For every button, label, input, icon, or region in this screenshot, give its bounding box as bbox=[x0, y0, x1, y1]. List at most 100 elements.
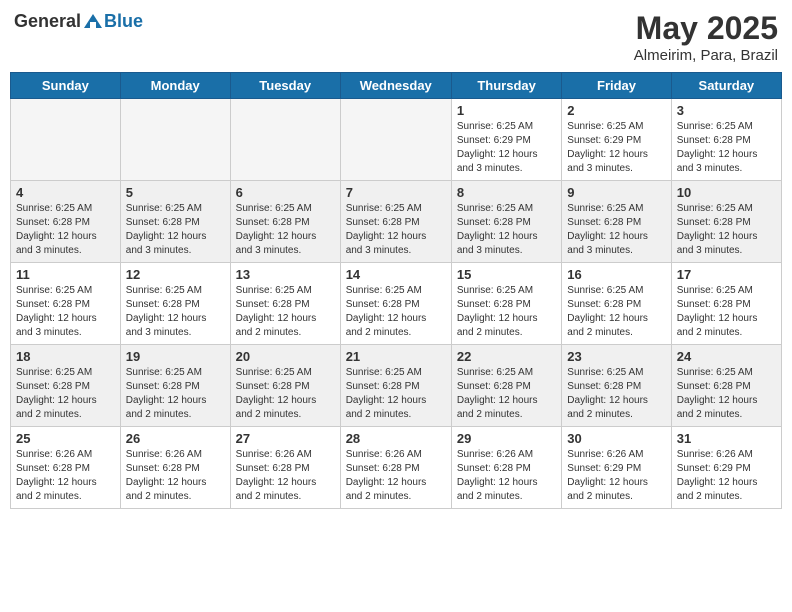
col-friday: Friday bbox=[562, 73, 671, 99]
table-row: 23 Sunrise: 6:25 AM Sunset: 6:28 PM Dayli… bbox=[562, 345, 671, 427]
col-thursday: Thursday bbox=[451, 73, 561, 99]
day-number: 5 bbox=[126, 185, 225, 200]
day-info: Sunrise: 6:25 AM Sunset: 6:28 PM Dayligh… bbox=[677, 202, 776, 258]
table-row: 31Sunrise: 6:26 AM Sunset: 6:29 PM Dayli… bbox=[671, 427, 781, 509]
table-row: 21 Sunrise: 6:25 AM Sunset: 6:28 PM Dayli… bbox=[340, 345, 451, 427]
day-number: 18 bbox=[16, 349, 115, 364]
table-row: 14 Sunrise: 6:25 AM Sunset: 6:28 PM Dayli… bbox=[340, 263, 451, 345]
table-row: 28 Sunrise: 6:26 AM Sunset: 6:28 PM Dayli… bbox=[340, 427, 451, 509]
month-title: May 2025 bbox=[634, 10, 778, 47]
table-row: 27 Sunrise: 6:26 AM Sunset: 6:28 PM Dayli… bbox=[230, 427, 340, 509]
col-tuesday: Tuesday bbox=[230, 73, 340, 99]
day-info: Sunrise: 6:25 AM Sunset: 6:28 PM Dayligh… bbox=[236, 366, 335, 422]
day-number: 14 bbox=[346, 267, 446, 282]
day-info: Sunrise: 6:25 AM Sunset: 6:28 PM Dayligh… bbox=[236, 202, 335, 258]
day-info: Sunrise: 6:26 AM Sunset: 6:28 PM Dayligh… bbox=[346, 448, 446, 504]
table-row: 6 Sunrise: 6:25 AM Sunset: 6:28 PM Daylig… bbox=[230, 181, 340, 263]
table-row: 7 Sunrise: 6:25 AM Sunset: 6:28 PM Daylig… bbox=[340, 181, 451, 263]
table-row: 17 Sunrise: 6:25 AM Sunset: 6:28 PM Dayli… bbox=[671, 263, 781, 345]
day-number: 27 bbox=[236, 431, 335, 446]
day-number: 16 bbox=[567, 267, 665, 282]
calendar-table: Sunday Monday Tuesday Wednesday Thursday… bbox=[10, 72, 782, 509]
day-info: Sunrise: 6:25 AM Sunset: 6:28 PM Dayligh… bbox=[677, 366, 776, 422]
day-info: Sunrise: 6:25 AM Sunset: 6:28 PM Dayligh… bbox=[346, 202, 446, 258]
day-info: Sunrise: 6:26 AM Sunset: 6:28 PM Dayligh… bbox=[16, 448, 115, 504]
day-number: 29 bbox=[457, 431, 556, 446]
day-number: 17 bbox=[677, 267, 776, 282]
table-row: 11Sunrise: 6:25 AM Sunset: 6:28 PM Dayli… bbox=[11, 263, 121, 345]
table-row: 15Sunrise: 6:25 AM Sunset: 6:28 PM Dayli… bbox=[451, 263, 561, 345]
day-number: 13 bbox=[236, 267, 335, 282]
table-row: 12Sunrise: 6:25 AM Sunset: 6:28 PM Dayli… bbox=[120, 263, 230, 345]
day-info: Sunrise: 6:25 AM Sunset: 6:28 PM Dayligh… bbox=[677, 284, 776, 340]
day-info: Sunrise: 6:26 AM Sunset: 6:28 PM Dayligh… bbox=[457, 448, 556, 504]
day-info: Sunrise: 6:25 AM Sunset: 6:29 PM Dayligh… bbox=[567, 120, 665, 176]
day-number: 19 bbox=[126, 349, 225, 364]
day-number: 6 bbox=[236, 185, 335, 200]
day-info: Sunrise: 6:26 AM Sunset: 6:29 PM Dayligh… bbox=[567, 448, 665, 504]
table-row: 24 Sunrise: 6:25 AM Sunset: 6:28 PM Dayli… bbox=[671, 345, 781, 427]
page-header: General Blue May 2025 Almeirim, Para, Br… bbox=[10, 10, 782, 64]
day-number: 1 bbox=[457, 103, 556, 118]
table-row: 26Sunrise: 6:26 AM Sunset: 6:28 PM Dayli… bbox=[120, 427, 230, 509]
logo-icon bbox=[82, 10, 104, 32]
calendar-week-row: 1 Sunrise: 6:25 AM Sunset: 6:29 PM Daylig… bbox=[11, 99, 782, 181]
col-wednesday: Wednesday bbox=[340, 73, 451, 99]
day-number: 4 bbox=[16, 185, 115, 200]
day-number: 26 bbox=[126, 431, 225, 446]
day-info: Sunrise: 6:25 AM Sunset: 6:28 PM Dayligh… bbox=[677, 120, 776, 176]
calendar-week-row: 25Sunrise: 6:26 AM Sunset: 6:28 PM Dayli… bbox=[11, 427, 782, 509]
day-number: 3 bbox=[677, 103, 776, 118]
table-row: 4Sunrise: 6:25 AM Sunset: 6:28 PM Daylig… bbox=[11, 181, 121, 263]
day-info: Sunrise: 6:25 AM Sunset: 6:28 PM Dayligh… bbox=[457, 366, 556, 422]
logo-general: General bbox=[14, 11, 81, 32]
day-number: 2 bbox=[567, 103, 665, 118]
day-info: Sunrise: 6:25 AM Sunset: 6:28 PM Dayligh… bbox=[457, 202, 556, 258]
day-number: 20 bbox=[236, 349, 335, 364]
day-number: 22 bbox=[457, 349, 556, 364]
calendar-week-row: 11 Sunrise: 6:25 AM Sunset: 6:28 PM Dayli… bbox=[11, 263, 782, 345]
col-saturday: Saturday bbox=[671, 73, 781, 99]
day-number: 28 bbox=[346, 431, 446, 446]
day-number: 30 bbox=[567, 431, 665, 446]
col-sunday: Sunday bbox=[11, 73, 121, 99]
table-row: 3 Sunrise: 6:25 AM Sunset: 6:28 PM Daylig… bbox=[671, 99, 781, 181]
table-row: 16 Sunrise: 6:25 AM Sunset: 6:28 PM Dayli… bbox=[562, 263, 671, 345]
table-row: 2 Sunrise: 6:25 AM Sunset: 6:29 PM Daylig… bbox=[562, 99, 671, 181]
day-info: Sunrise: 6:25 AM Sunset: 6:28 PM Dayligh… bbox=[346, 366, 446, 422]
table-row: 10Sunrise: 6:25 AM Sunset: 6:28 PM Dayli… bbox=[671, 181, 781, 263]
day-info: Sunrise: 6:25 AM Sunset: 6:28 PM Dayligh… bbox=[567, 366, 665, 422]
table-row: 30 Sunrise: 6:26 AM Sunset: 6:29 PM Dayli… bbox=[562, 427, 671, 509]
table-row: 19 Sunrise: 6:25 AM Sunset: 6:28 PM Dayli… bbox=[120, 345, 230, 427]
logo-blue: Blue bbox=[104, 11, 143, 32]
logo: General Blue bbox=[14, 10, 143, 32]
table-row: 1 Sunrise: 6:25 AM Sunset: 6:29 PM Daylig… bbox=[451, 99, 561, 181]
day-number: 11 bbox=[16, 267, 115, 282]
day-info: Sunrise: 6:25 AM Sunset: 6:28 PM Dayligh… bbox=[567, 284, 665, 340]
day-info: Sunrise: 6:25 AM Sunset: 6:29 PM Dayligh… bbox=[457, 120, 556, 176]
table-row: 8 Sunrise: 6:25 AM Sunset: 6:28 PM Daylig… bbox=[451, 181, 561, 263]
col-monday: Monday bbox=[120, 73, 230, 99]
day-number: 31 bbox=[677, 431, 776, 446]
day-number: 21 bbox=[346, 349, 446, 364]
day-number: 24 bbox=[677, 349, 776, 364]
day-number: 8 bbox=[457, 185, 556, 200]
table-row bbox=[340, 99, 451, 181]
location-title: Almeirim, Para, Brazil bbox=[634, 47, 778, 64]
calendar-header-row: Sunday Monday Tuesday Wednesday Thursday… bbox=[11, 73, 782, 99]
day-number: 7 bbox=[346, 185, 446, 200]
day-info: Sunrise: 6:25 AM Sunset: 6:28 PM Dayligh… bbox=[236, 284, 335, 340]
day-number: 9 bbox=[567, 185, 665, 200]
table-row bbox=[120, 99, 230, 181]
day-info: Sunrise: 6:25 AM Sunset: 6:28 PM Dayligh… bbox=[16, 366, 115, 422]
day-info: Sunrise: 6:25 AM Sunset: 6:28 PM Dayligh… bbox=[126, 366, 225, 422]
day-number: 15 bbox=[457, 267, 556, 282]
day-number: 23 bbox=[567, 349, 665, 364]
table-row: 22 Sunrise: 6:25 AM Sunset: 6:28 PM Dayli… bbox=[451, 345, 561, 427]
table-row: 18 Sunrise: 6:25 AM Sunset: 6:28 PM Dayli… bbox=[11, 345, 121, 427]
table-row: 13 Sunrise: 6:25 AM Sunset: 6:28 PM Dayli… bbox=[230, 263, 340, 345]
calendar-week-row: 4 Sunrise: 6:25 AM Sunset: 6:28 PM Daylig… bbox=[11, 181, 782, 263]
day-info: Sunrise: 6:25 AM Sunset: 6:28 PM Dayligh… bbox=[126, 284, 225, 340]
day-info: Sunrise: 6:25 AM Sunset: 6:28 PM Dayligh… bbox=[346, 284, 446, 340]
day-info: Sunrise: 6:26 AM Sunset: 6:28 PM Dayligh… bbox=[236, 448, 335, 504]
